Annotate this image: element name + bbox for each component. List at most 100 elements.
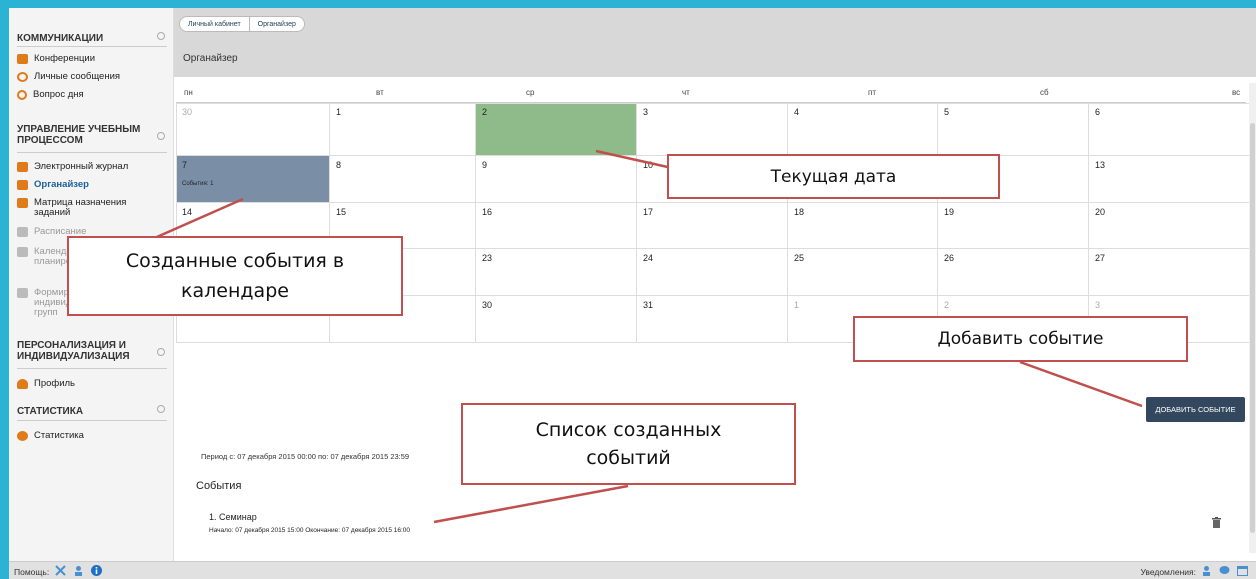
notifications-label: Уведомления:: [1140, 567, 1196, 577]
calendar-day-cell[interactable]: 17: [637, 203, 788, 249]
sidebar-item-label: Конференции: [34, 53, 96, 64]
calendar-day-cell[interactable]: 5: [938, 103, 1089, 156]
calendar-day-cell[interactable]: 13: [1089, 156, 1253, 203]
sidebar-item-label: Личные сообщения: [34, 71, 121, 82]
divider: [17, 46, 167, 47]
calendar-day-number: 9: [482, 160, 488, 170]
calendar-day-cell[interactable]: 30: [476, 296, 637, 343]
sidebar-item-label: Органайзер: [34, 179, 89, 190]
calendar-day-number: 3: [643, 107, 649, 117]
calendar-day-number: 27: [1095, 253, 1106, 263]
page-title: Органайзер: [183, 53, 238, 64]
sidebar-item-statistics[interactable]: Статистика: [17, 431, 169, 441]
user-help-icon[interactable]: [73, 565, 84, 576]
trash-icon[interactable]: [1212, 517, 1221, 528]
calendar-day-number: 25: [794, 253, 805, 263]
calendar-day-number: 16: [482, 207, 493, 217]
calendar-day-number: 23: [482, 253, 493, 263]
section-communications: КОММУНИКАЦИИ: [17, 33, 104, 44]
callout-current-date: Текущая дата: [667, 154, 1000, 199]
sidebar-item-label: Профиль: [34, 378, 76, 389]
sidebar-item-profile[interactable]: Профиль: [17, 379, 169, 389]
calendar-day-cell[interactable]: 8: [330, 156, 476, 203]
breadcrumb-home[interactable]: Личный кабинет: [180, 21, 249, 28]
period-text: Период с: 07 декабря 2015 00:00 по: 07 д…: [201, 452, 410, 461]
event-name[interactable]: 1. Семинар: [209, 512, 257, 522]
section-process: УПРАВЛЕНИЕ УЧЕБНЫМ ПРОЦЕССОМ: [17, 124, 141, 146]
journal-icon: [17, 162, 28, 172]
matrix-icon: [17, 198, 28, 208]
calendar-day-number: 3: [1095, 300, 1101, 310]
sidebar-item-organizer[interactable]: Органайзер: [17, 180, 169, 190]
messages-icon: [17, 72, 28, 82]
calendar-day-cell[interactable]: 3: [637, 103, 788, 156]
weekday-label: пн: [184, 88, 193, 97]
help-label: Помощь:: [14, 567, 50, 577]
calendar-day-number: 5: [944, 107, 950, 117]
user-icon: [17, 379, 28, 389]
section-toggle-icon[interactable]: [157, 132, 165, 140]
divider: [17, 152, 167, 153]
weekday-label: сб: [1040, 88, 1049, 97]
calendar-event-count[interactable]: События: 1: [182, 181, 323, 187]
weekday-label: вс: [1232, 88, 1241, 97]
statistics-icon: [17, 431, 28, 441]
calendar-day-cell[interactable]: 31: [637, 296, 788, 343]
calendar-day-number: 2: [482, 107, 488, 117]
calendar-day-number: 15: [336, 207, 347, 217]
user-notify-icon[interactable]: [1201, 565, 1212, 576]
callout-add-event: Добавить событие: [853, 316, 1188, 362]
calendar-day-cell[interactable]: 18: [788, 203, 938, 249]
tools-icon[interactable]: [55, 565, 66, 576]
sidebar-item-question[interactable]: Вопрос дня: [17, 90, 169, 100]
calendar-day-cell[interactable]: 19: [938, 203, 1089, 249]
calendar-day-cell[interactable]: 25: [788, 249, 938, 296]
sidebar-item-matrix[interactable]: Матрица назначения заданий: [17, 198, 147, 218]
calendar-day-cell[interactable]: 23: [476, 249, 637, 296]
calendar-day-cell[interactable]: 2: [476, 103, 637, 156]
weekday-label: вт: [376, 88, 384, 97]
calendar-day-number: 31: [643, 300, 654, 310]
calendar-day-number: 18: [794, 207, 805, 217]
chat-icon[interactable]: [1219, 565, 1230, 576]
calendar-day-cell[interactable]: 27: [1089, 249, 1253, 296]
scrollbar-thumb[interactable]: [1250, 123, 1255, 533]
calendar-day-cell[interactable]: 20: [1089, 203, 1253, 249]
section-toggle-icon[interactable]: [157, 32, 165, 40]
scrollbar[interactable]: [1249, 83, 1256, 553]
calendar-day-cell[interactable]: 26: [938, 249, 1089, 296]
calendar-day-number: 8: [336, 160, 342, 170]
calendar-day-number: 24: [643, 253, 654, 263]
calendar-day-number: 10: [643, 160, 654, 170]
calendar-day-number: 13: [1095, 160, 1106, 170]
calendar-day-number: 6: [1095, 107, 1101, 117]
calendar-day-cell[interactable]: 4: [788, 103, 938, 156]
callout-events-list: Список созданных событий: [461, 403, 796, 485]
calendar-day-number: 17: [643, 207, 654, 217]
section-toggle-icon[interactable]: [157, 348, 165, 356]
info-icon[interactable]: [91, 565, 102, 576]
sidebar-item-journal[interactable]: Электронный журнал: [17, 162, 169, 172]
calendar-day-cell[interactable]: 1: [330, 103, 476, 156]
calendar-day-cell[interactable]: 30: [176, 103, 330, 156]
calendar-notify-icon[interactable]: [1237, 565, 1248, 576]
calendar-day-number: 4: [794, 107, 800, 117]
breadcrumb-current[interactable]: Органайзер: [250, 21, 304, 28]
calendar-day-cell[interactable]: 16: [476, 203, 637, 249]
header: Личный кабинет Органайзер Органайзер: [174, 8, 1256, 77]
search-icon: [17, 90, 27, 100]
section-statistics: СТАТИСТИКА: [17, 406, 84, 417]
calendar-day-cell[interactable]: 6: [1089, 103, 1253, 156]
calendar-day-cell[interactable]: 9: [476, 156, 637, 203]
calendar-day-cell[interactable]: 24: [637, 249, 788, 296]
calendar-day-cell[interactable]: 7 События: 1: [176, 156, 330, 203]
sidebar-item-messages[interactable]: Личные сообщения: [17, 72, 169, 82]
divider: [17, 420, 167, 421]
calendar-weekdays: пн вт ср чт пт сб вс: [176, 82, 1246, 103]
add-event-button[interactable]: ДОБАВИТЬ СОБЫТИЕ: [1146, 397, 1245, 422]
sidebar-item-conferences[interactable]: Конференции: [17, 54, 169, 64]
weekday-label: пт: [868, 88, 876, 97]
calendar-day-number: 1: [794, 300, 800, 310]
section-toggle-icon[interactable]: [157, 405, 165, 413]
calendar-day-number: 1: [336, 107, 342, 117]
